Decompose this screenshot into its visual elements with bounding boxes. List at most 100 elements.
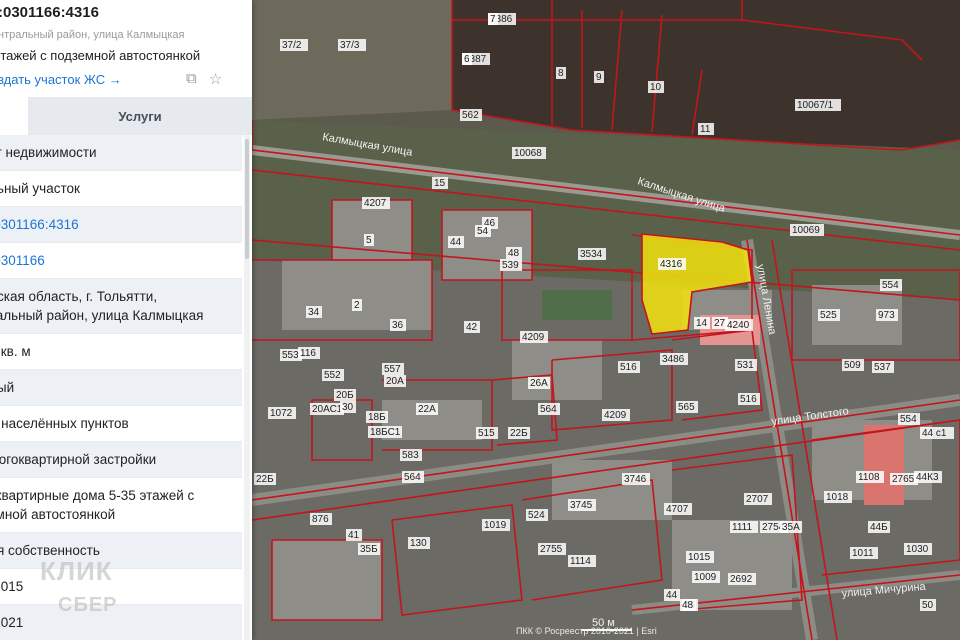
parcel-label[interactable]: 130	[410, 538, 427, 549]
parcel-label[interactable]: 5	[366, 235, 372, 246]
parcel-label[interactable]: 2765	[892, 474, 915, 485]
search-map-icon[interactable]: ⧉	[186, 70, 197, 88]
property-value[interactable]: 0:0301166:4316	[0, 215, 236, 234]
parcel-label[interactable]: 6	[464, 54, 470, 65]
parcel-label[interactable]: 2755	[540, 544, 563, 555]
parcel-label[interactable]: 36	[392, 320, 404, 331]
parcel-label[interactable]: 37/2	[282, 40, 302, 51]
parcel-label[interactable]: 50	[922, 600, 934, 611]
parcel-label[interactable]: 20А	[386, 376, 404, 387]
parcel-label[interactable]: 1030	[906, 544, 929, 555]
parcel-label[interactable]: 525	[820, 310, 837, 321]
parcel-label[interactable]: 14	[696, 318, 708, 329]
parcel-label[interactable]: 564	[404, 472, 421, 483]
parcel-label[interactable]: 4707	[666, 504, 689, 515]
parcel-label[interactable]: 10069	[792, 225, 820, 236]
tab-services[interactable]: Услуги	[28, 97, 252, 135]
parcel-label[interactable]: 34	[308, 307, 320, 318]
parcel-label[interactable]: 583	[402, 450, 419, 461]
parcel-label[interactable]: 1011	[852, 548, 874, 559]
parcel-label[interactable]: 37/3	[340, 40, 360, 51]
property-row[interactable]: 0:0301166:4316	[0, 207, 242, 243]
parcel-label[interactable]: 20АС1	[312, 404, 343, 415]
parcel-label[interactable]: 27	[714, 318, 726, 329]
parcel-label[interactable]: 18БС1	[370, 427, 401, 438]
parcel-label[interactable]: 2692	[730, 574, 753, 585]
property-row[interactable]: 0:0301166	[0, 243, 242, 279]
parcel-label[interactable]: 515	[478, 428, 495, 439]
parcel-label[interactable]: 537	[874, 362, 891, 373]
parcel-label[interactable]: 4240	[727, 320, 750, 331]
parcel-label[interactable]: 22А	[418, 404, 436, 415]
panel-scrollbar[interactable]	[244, 135, 250, 640]
parcel-label[interactable]: 20Б	[336, 390, 354, 401]
cadastral-map[interactable]: Калмыцкая улица Калмыцкая улица улица Ле…	[252, 0, 960, 640]
parcel-label[interactable]: 973	[878, 310, 895, 321]
parcel-label[interactable]: 18Б	[368, 412, 386, 423]
parcel-label[interactable]: 1111	[732, 522, 752, 533]
parcel-label[interactable]: 26А	[530, 378, 548, 389]
parcel-label[interactable]: 35Б	[360, 544, 378, 555]
parcel-label[interactable]: 44	[450, 237, 462, 248]
parcel-label[interactable]: 516	[740, 394, 757, 405]
parcel-label[interactable]: 2707	[746, 494, 769, 505]
parcel-label[interactable]: 22Б	[256, 474, 274, 485]
parcel-label[interactable]: 4316	[660, 259, 683, 270]
parcel-label[interactable]: 10	[650, 82, 662, 93]
parcel-label[interactable]: 524	[528, 510, 545, 521]
parcel-label[interactable]: 15	[434, 178, 446, 189]
parcel-label[interactable]: 1108	[858, 472, 880, 483]
parcel-label[interactable]: 30	[342, 402, 354, 413]
parcel-label[interactable]: 48	[682, 600, 694, 611]
parcel-label[interactable]: 1009	[694, 572, 717, 583]
parcel-label[interactable]: 116	[300, 348, 316, 359]
parcel-label[interactable]: 554	[882, 280, 899, 291]
parcel-label[interactable]: 562	[462, 110, 479, 121]
parcel-label[interactable]: 10067/1	[797, 100, 834, 111]
parcel-label[interactable]: 4207	[364, 198, 387, 209]
parcel-label[interactable]: 565	[678, 402, 695, 413]
parcel-label[interactable]: 3745	[570, 500, 593, 511]
parcel-label[interactable]: 7	[490, 14, 496, 25]
parcel-label[interactable]: 1019	[484, 520, 507, 531]
parcel-label[interactable]: 22Б	[510, 428, 528, 439]
parcel-label[interactable]: 9	[596, 72, 602, 83]
parcel-label[interactable]: 509	[844, 360, 861, 371]
parcel-label[interactable]: 531	[737, 360, 754, 371]
parcel-label[interactable]: 1018	[826, 492, 849, 503]
star-icon[interactable]: ☆	[209, 70, 222, 88]
sell-parcel-link[interactable]: здать участок ЖС →	[0, 72, 122, 87]
parcel-label[interactable]: 11	[700, 124, 711, 135]
parcel-label[interactable]: 35А	[782, 522, 800, 533]
parcel-label[interactable]: 564	[540, 404, 557, 415]
parcel-label[interactable]: 10068	[514, 148, 542, 159]
parcel-label[interactable]: 48	[508, 248, 520, 259]
parcel-label[interactable]: 42	[466, 322, 478, 333]
tab-info[interactable]	[0, 97, 28, 137]
parcel-label[interactable]: 44 с1	[922, 428, 947, 439]
parcel-label[interactable]: 2	[354, 300, 360, 311]
parcel-label[interactable]: 516	[620, 362, 637, 373]
parcel-label[interactable]: 1015	[688, 552, 711, 563]
parcel-label[interactable]: 4209	[522, 332, 545, 343]
parcel-label[interactable]: 3746	[624, 474, 647, 485]
property-value[interactable]: 0:0301166	[0, 251, 236, 270]
parcel-label[interactable]: 554	[900, 414, 917, 425]
parcel-label[interactable]: 552	[324, 370, 341, 381]
parcel-label[interactable]: 3534	[580, 249, 603, 260]
parcel-label[interactable]: 1114	[570, 556, 591, 567]
parcel-label[interactable]: 876	[312, 514, 329, 525]
parcel-label[interactable]: 557	[384, 364, 401, 375]
parcel-label[interactable]: 3486	[662, 354, 685, 365]
parcel-label[interactable]: 44	[666, 590, 678, 601]
parcel-label[interactable]: 553	[282, 350, 299, 361]
parcel-label[interactable]: 44Б	[870, 522, 888, 533]
parcel-label[interactable]: 1072	[270, 408, 293, 419]
parcel-label[interactable]: 539	[502, 260, 519, 271]
parcel-label[interactable]: 44К3	[916, 472, 939, 483]
property-row: нный	[0, 370, 242, 406]
parcel-label[interactable]: 8	[558, 68, 564, 79]
parcel-label[interactable]: 4209	[604, 410, 627, 421]
parcel-label[interactable]: 41	[348, 530, 360, 541]
parcel-label[interactable]: 54	[477, 226, 489, 237]
